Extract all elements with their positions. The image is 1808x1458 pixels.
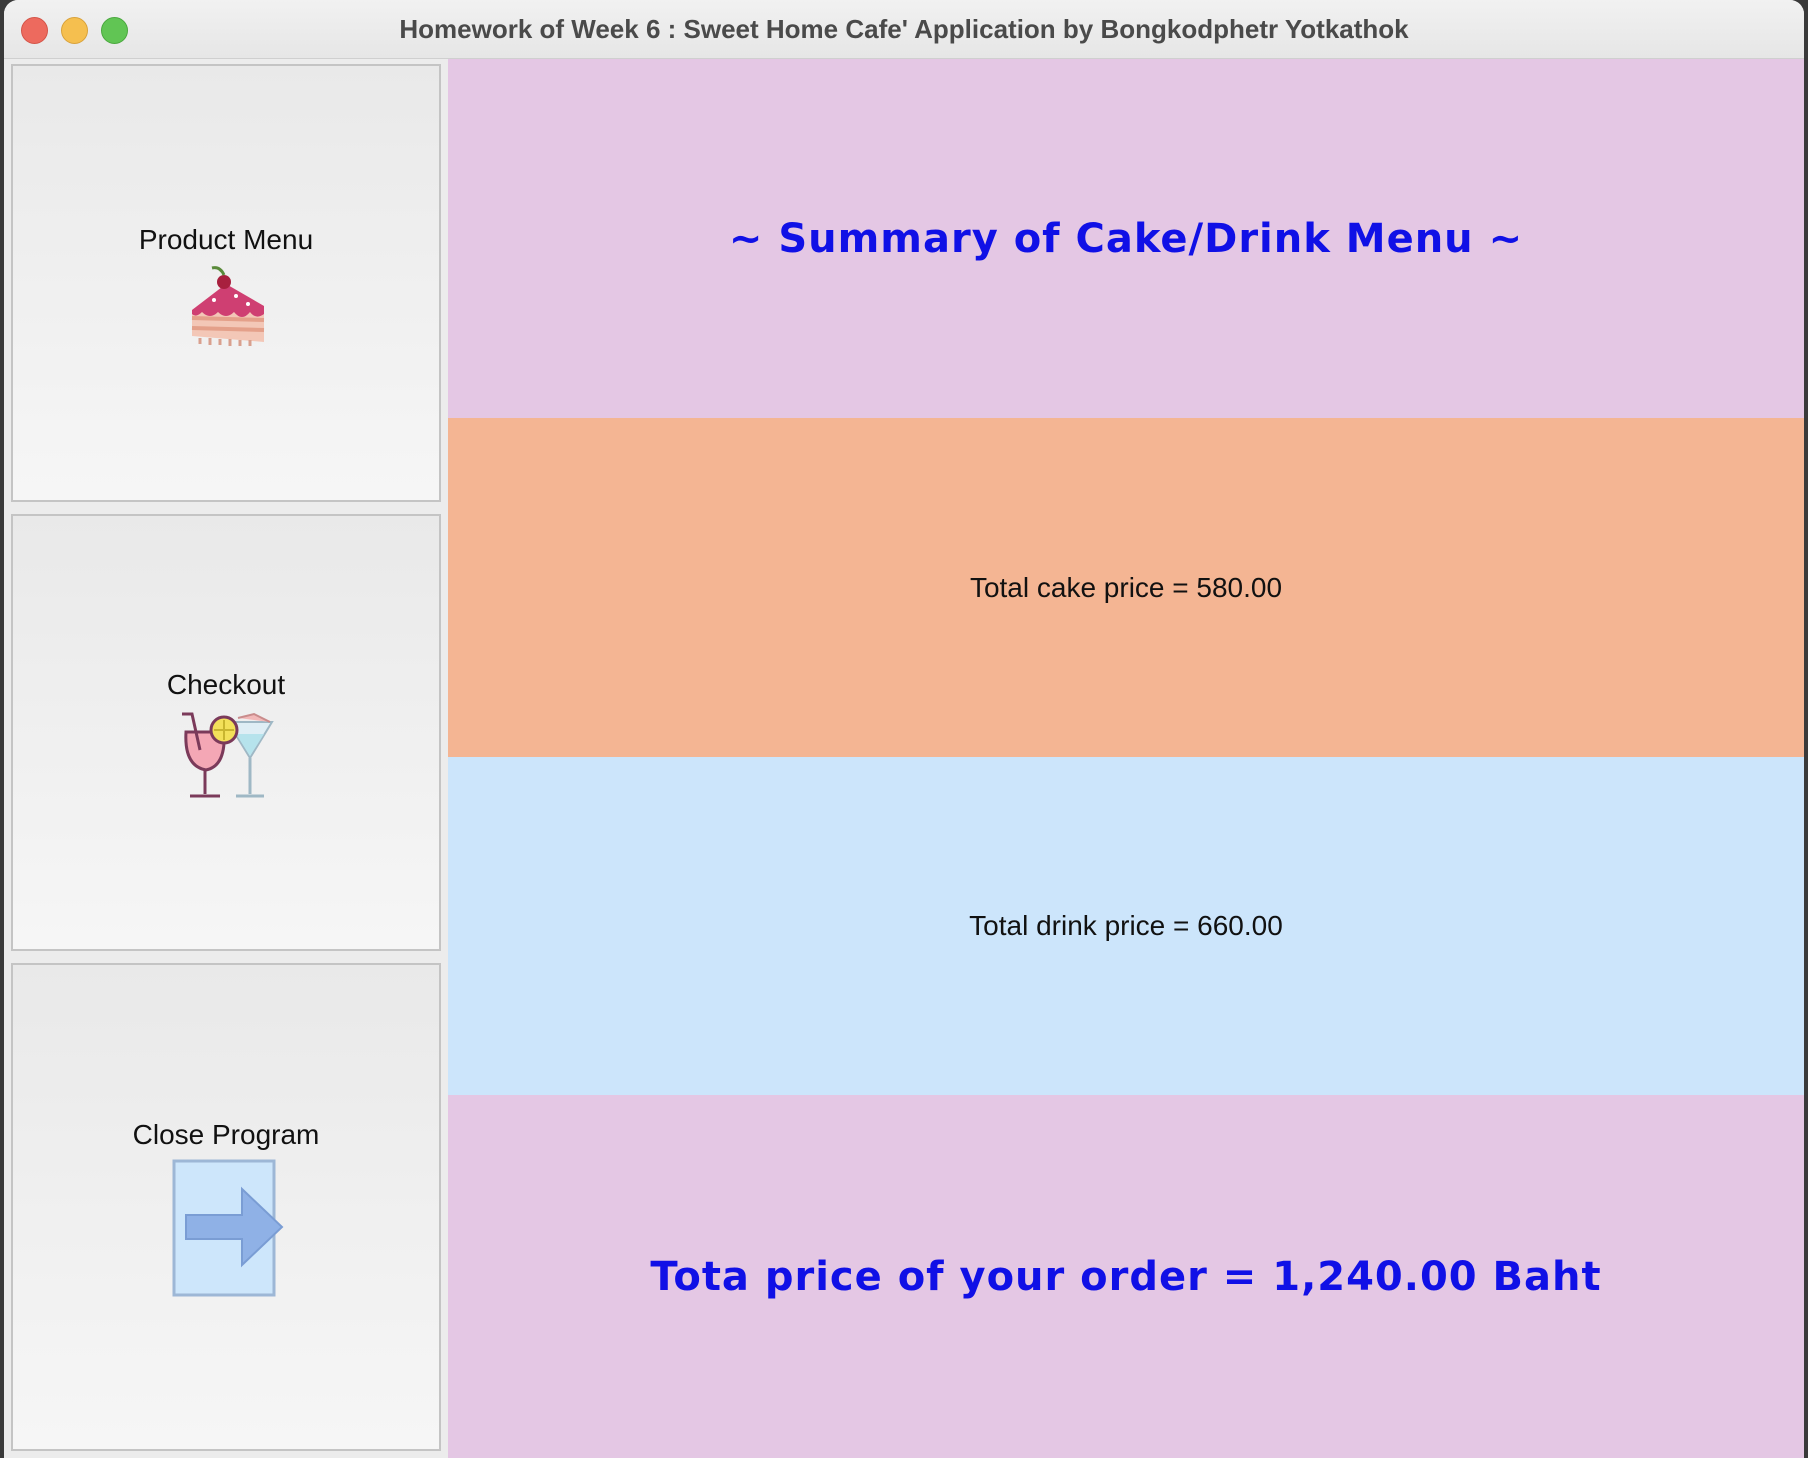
drinks-icon [178,710,274,800]
summary-heading: ~ Summary of Cake/Drink Menu ~ [728,215,1524,262]
product-menu-label: Product Menu [138,224,314,255]
close-program-label: Close Program [132,1119,320,1150]
checkout-label: Checkout [166,669,286,700]
summary-heading-panel: ~ Summary of Cake/Drink Menu ~ [448,59,1804,418]
order-total-panel: Tota price of your order = 1,240.00 Baht [448,1095,1804,1458]
cake-total-panel: Total cake price = 580.00 [448,418,1804,757]
drink-total-text: Total drink price = 660.00 [969,910,1283,941]
order-total-text: Tota price of your order = 1,240.00 Baht [650,1253,1602,1300]
exit-arrow-icon [168,1159,284,1299]
title-bar[interactable]: Homework of Week 6 : Sweet Home Cafe' Ap… [4,0,1804,59]
drink-total-panel: Total drink price = 660.00 [448,757,1804,1095]
summary-area: ~ Summary of Cake/Drink Menu ~ Total cak… [448,59,1804,1458]
product-menu-button[interactable]: Product Menu [11,64,441,502]
close-program-button[interactable]: Close Program [11,963,441,1451]
window-title: Homework of Week 6 : Sweet Home Cafe' Ap… [399,14,1409,44]
cake-total-text: Total cake price = 580.00 [969,571,1283,603]
sidebar: Product Menu Checkout Close Program [4,59,448,1458]
cake-icon [178,266,274,350]
checkout-button[interactable]: Checkout [11,514,441,951]
app-window: Homework of Week 6 : Sweet Home Cafe' Ap… [4,0,1804,1458]
